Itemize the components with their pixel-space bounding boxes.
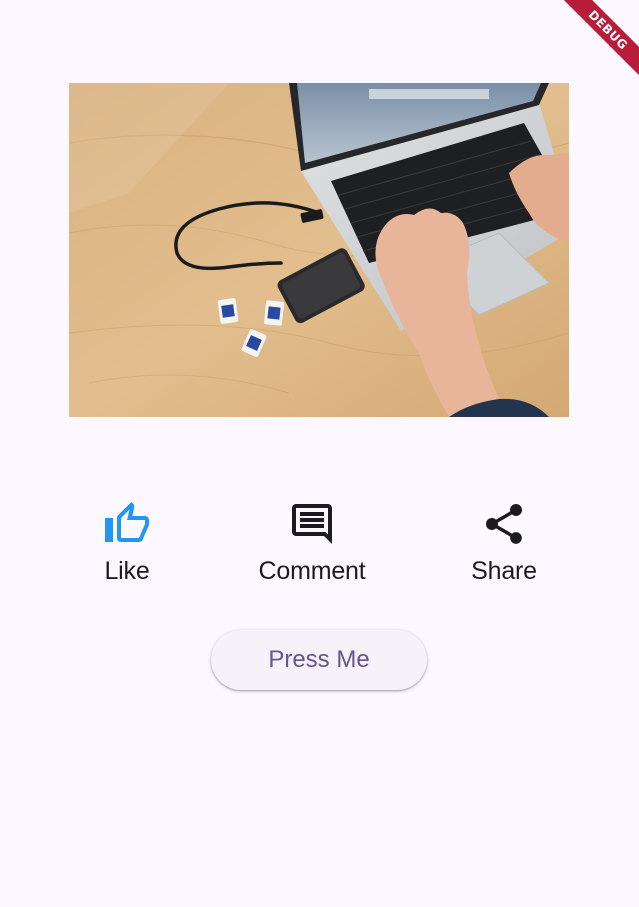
share-label: Share [471, 557, 537, 585]
share-icon[interactable] [480, 500, 528, 548]
action-row: Like Comment Share [0, 500, 639, 600]
debug-banner-label: DEBUG [554, 0, 639, 84]
comment-label: Comment [258, 557, 366, 585]
press-me-button[interactable]: Press Me [211, 630, 427, 690]
like-action[interactable]: Like [47, 500, 207, 592]
comment-icon[interactable] [288, 500, 336, 548]
debug-banner: DEBUG [549, 0, 639, 90]
product-photo [69, 83, 569, 417]
share-action[interactable]: Share [424, 500, 584, 592]
comment-action[interactable]: Comment [232, 500, 392, 592]
like-label: Like [104, 557, 150, 585]
photo-illustration [69, 83, 569, 417]
thumb-up-icon[interactable] [103, 500, 151, 548]
